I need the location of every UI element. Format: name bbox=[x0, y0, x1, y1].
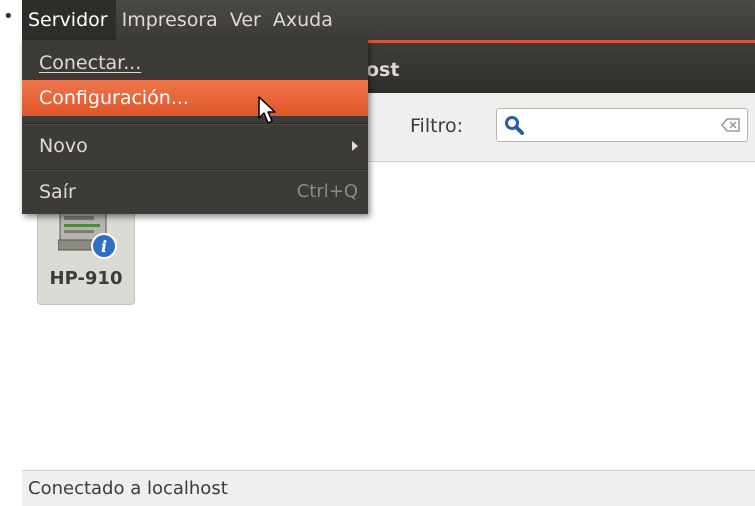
servidor-dropdown-menu: Conectar... Configuración... Novo Saír C… bbox=[22, 40, 368, 214]
menu-separator bbox=[22, 123, 368, 125]
window-title-text: ost bbox=[366, 59, 400, 81]
svg-text:i: i bbox=[101, 237, 107, 256]
status-bar: Conectado a localhost bbox=[22, 470, 755, 506]
clear-icon[interactable] bbox=[721, 117, 741, 133]
menu-axuda[interactable]: Axuda bbox=[267, 0, 339, 40]
menu-item-conectar-label: Conectar... bbox=[39, 52, 142, 74]
menu-item-novo-label: Novo bbox=[39, 135, 88, 157]
menu-impresora[interactable]: Impresora bbox=[116, 0, 224, 40]
status-text: Conectado a localhost bbox=[28, 478, 228, 499]
menubar: Servidor Impresora Ver Axuda bbox=[22, 0, 755, 40]
search-icon[interactable] bbox=[504, 115, 524, 135]
submenu-arrow-icon bbox=[352, 141, 358, 151]
menu-servidor[interactable]: Servidor bbox=[22, 0, 116, 40]
printer-name: HP-910 bbox=[49, 268, 123, 289]
menu-item-sair[interactable]: Saír Ctrl+Q bbox=[22, 174, 368, 210]
menu-item-conectar[interactable]: Conectar... bbox=[22, 45, 368, 81]
menu-item-sair-accelerator: Ctrl+Q bbox=[296, 181, 358, 202]
menu-item-sair-label: Saír bbox=[39, 181, 76, 203]
list-bullet: • bbox=[3, 6, 14, 27]
filter-input[interactable] bbox=[496, 108, 748, 142]
menu-ver[interactable]: Ver bbox=[224, 0, 267, 40]
screenshot-page: • Servidor Impresora Ver Axuda ost Filtr… bbox=[0, 0, 755, 506]
filter-label: Filtro: bbox=[410, 115, 463, 137]
menu-item-configuracion-label: Configuración... bbox=[39, 87, 189, 109]
menu-item-novo[interactable]: Novo bbox=[22, 128, 368, 164]
mouse-cursor-icon bbox=[258, 96, 276, 124]
menu-item-configuracion[interactable]: Configuración... bbox=[22, 80, 368, 116]
menu-separator bbox=[22, 169, 368, 171]
